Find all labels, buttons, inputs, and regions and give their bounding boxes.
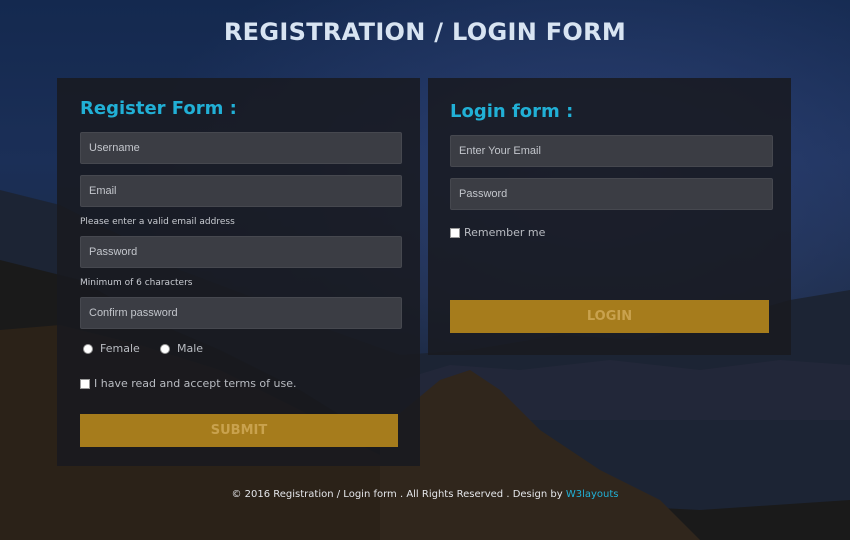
terms-checkbox-row[interactable]: I have read and accept terms of use. [80,377,297,390]
login-heading: Login form : [450,101,574,122]
confirm-password-input[interactable] [80,297,402,329]
remember-me-label: Remember me [464,226,546,239]
password-hint: Minimum of 6 characters [80,278,193,288]
radio-button-icon[interactable] [160,343,170,354]
username-input[interactable] [80,132,402,164]
submit-button[interactable]: SUBMIT [80,414,398,447]
footer-link[interactable]: W3layouts [566,489,619,500]
page-title: REGISTRATION / LOGIN FORM [223,18,627,46]
register-heading: Register Form : [80,98,237,119]
register-panel: Register Form : Please enter a valid ema… [57,78,420,466]
remember-me-row[interactable]: Remember me [450,226,545,239]
login-password-input[interactable] [450,178,773,210]
gender-female-label: Female [100,342,140,355]
radio-button-icon[interactable] [83,343,93,354]
login-email-input[interactable] [450,135,773,167]
gender-male-option[interactable]: Male [160,342,203,355]
register-email-input[interactable] [80,175,402,207]
login-button[interactable]: LOGIN [450,300,769,333]
register-password-input[interactable] [80,236,402,268]
login-panel: Login form : Remember me LOGIN [428,78,791,355]
footer: © 2016 Registration / Login form . All R… [0,489,850,500]
terms-label: I have read and accept terms of use. [94,377,297,390]
checkbox-icon[interactable] [450,227,460,238]
email-hint: Please enter a valid email address [80,217,235,227]
footer-text: © 2016 Registration / Login form . All R… [231,489,563,500]
checkbox-icon[interactable] [80,378,90,389]
gender-female-option[interactable]: Female [83,342,140,355]
gender-male-label: Male [177,342,204,355]
